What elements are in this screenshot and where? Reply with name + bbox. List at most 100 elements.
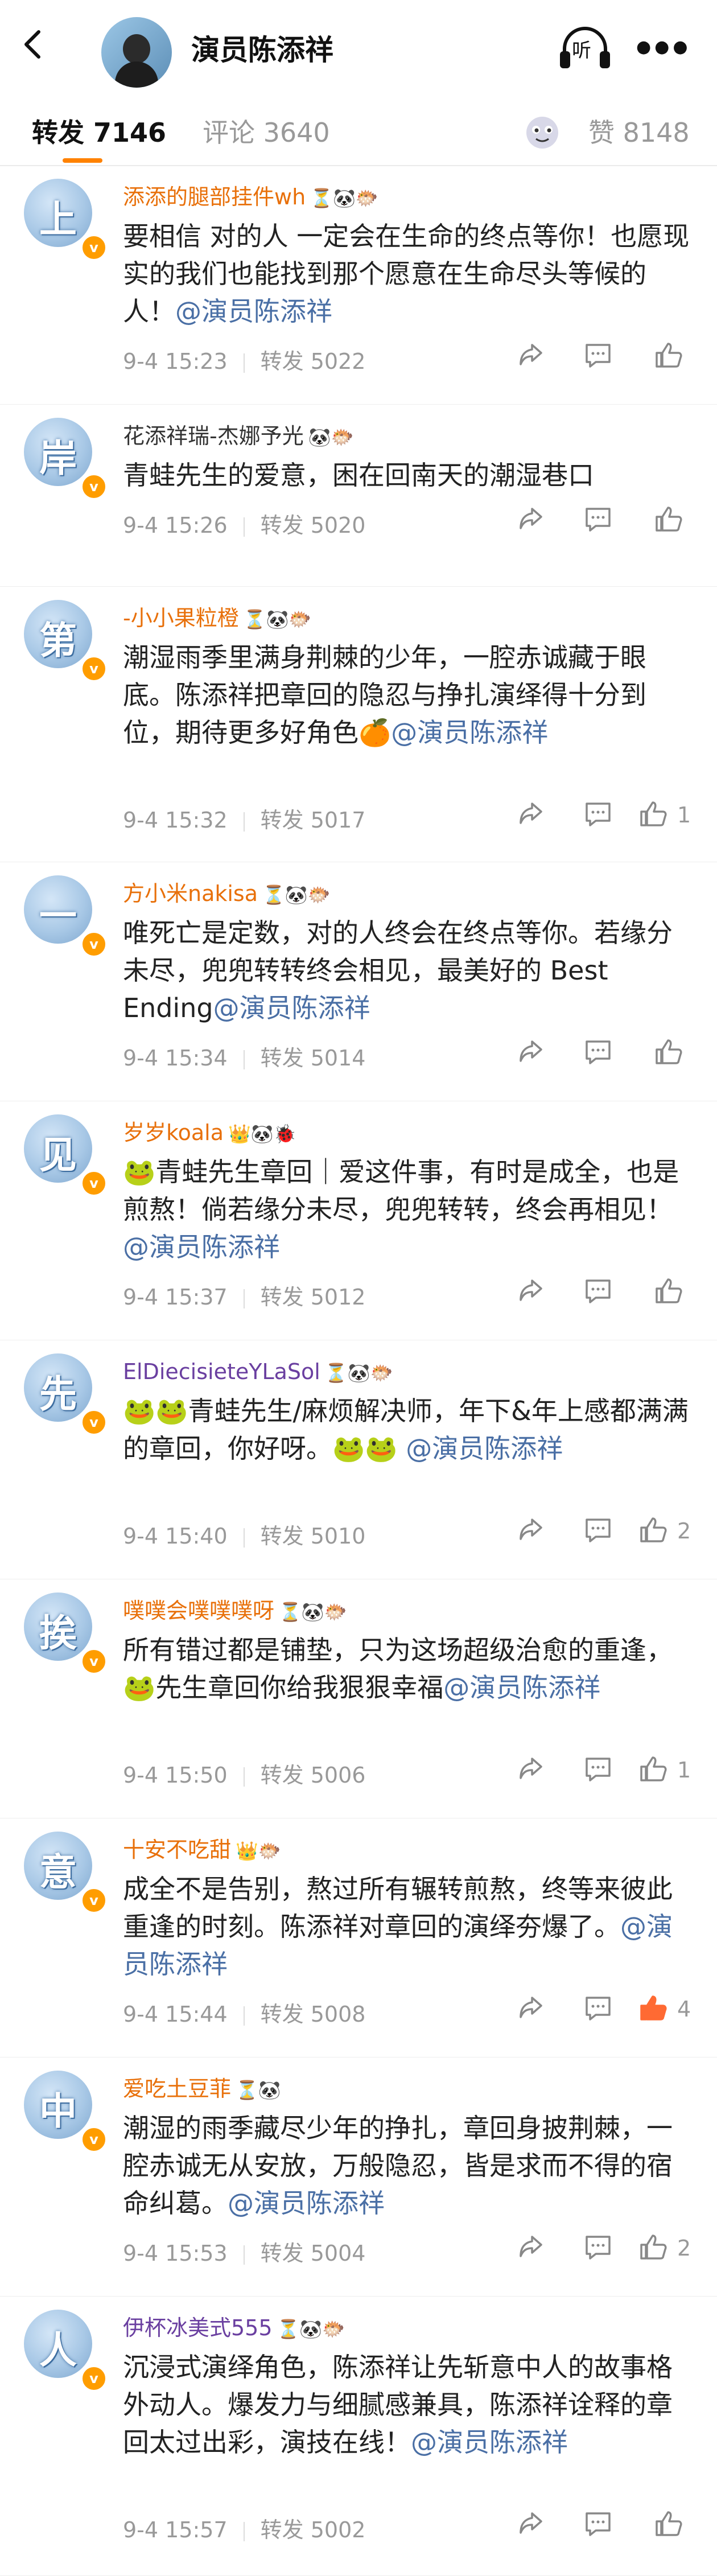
share-icon[interactable] (515, 1275, 549, 1309)
comment-icon[interactable] (582, 1036, 616, 1070)
share-icon[interactable] (515, 503, 549, 537)
repost-meta: 9-4 15:26 转发 5020 (123, 508, 365, 539)
like-icon[interactable] (637, 1753, 671, 1787)
like-icon[interactable] (637, 2231, 671, 2265)
user-avatar[interactable]: 岸v (24, 418, 107, 500)
repost-item[interactable]: 人 v 伊杯冰美式555 ⏳🐼🐡 沉浸式演绎角色，陈添祥让先斩意中人的故事格外动人。爆发… (0, 2296, 717, 2576)
repost-item[interactable]: 先 v ElDiecisieteYLaSol ⏳🐼🐡 🐸🐸青蛙先生/麻烦解决师，年下&年… (0, 1340, 717, 1579)
user-avatar[interactable]: 第v (24, 600, 107, 682)
mention-link[interactable]: @演员陈添祥 (411, 2427, 568, 2458)
share-icon[interactable] (515, 1514, 549, 1548)
username[interactable]: -小小果粒橙 ⏳🐼🐡 (123, 604, 311, 632)
user-avatar[interactable]: 挨v (24, 1592, 107, 1674)
repost-text: 唯死亡是定数，对的人终会在终点等你。若缘分未尽，兜兜转转终会相见，最美好的 Be… (123, 914, 692, 1027)
like-icon[interactable] (637, 1514, 671, 1548)
like-icon[interactable] (652, 1036, 686, 1070)
verified-badge-icon: v (81, 1887, 107, 1914)
share-icon[interactable] (515, 1753, 549, 1787)
like-icon[interactable] (637, 798, 671, 832)
user-avatar[interactable]: 先v (24, 1353, 107, 1435)
username[interactable]: 爱吃土豆菲 ⏳🐼 (123, 2075, 281, 2103)
like-icon[interactable] (652, 339, 686, 373)
mention-link[interactable]: @演员陈添祥 (123, 1232, 280, 1262)
active-tab-indicator (63, 158, 102, 163)
user-avatar[interactable]: 中v (24, 2071, 107, 2153)
user-avatar[interactable]: 上v (24, 179, 107, 261)
like-icon[interactable] (652, 503, 686, 537)
username[interactable]: 伊杯冰美式555 ⏳🐼🐡 (123, 2314, 345, 2342)
comment-icon[interactable] (582, 503, 616, 537)
user-avatar[interactable]: 人v (24, 2310, 107, 2392)
share-icon[interactable] (515, 2508, 549, 2542)
tab-comments[interactable]: 评论 3640 (203, 117, 330, 149)
repost-item[interactable]: 挨 v 噗噗会噗噗噗呀 ⏳🐼🐡 所有错过都是铺垫，只为这场超级治愈的重逢，🐸先生章回你… (0, 1579, 717, 1818)
share-icon[interactable] (515, 1036, 549, 1070)
tab-bar: 转发 7146 评论 3640 赞 8148 (0, 102, 717, 166)
username[interactable]: 方小米nakisa ⏳🐼🐡 (123, 880, 331, 908)
like-icon[interactable] (652, 2508, 686, 2542)
comment-icon[interactable] (582, 1275, 616, 1309)
mention-link[interactable]: @演员陈添祥 (406, 1433, 563, 1464)
username[interactable]: ElDiecisieteYLaSol ⏳🐼🐡 (123, 1358, 393, 1386)
comment-icon[interactable] (582, 2508, 616, 2542)
comment-icon[interactable] (582, 339, 616, 373)
repost-text: 沉浸式演绎角色，陈添祥让先斩意中人的故事格外动人。爆发力与细腻感兼具，陈添祥诠释… (123, 2348, 692, 2461)
avatar-character: 见 (39, 1133, 77, 1177)
like-icon[interactable] (652, 1275, 686, 1309)
repost-item[interactable]: 意 v 十安不吃甜 👑🐡 成全不是告别，熬过所有辗转煎熬，终等来彼此重逢的时刻。陈添祥对… (0, 1818, 717, 2057)
timestamp: 9-4 15:57 (123, 2517, 228, 2542)
comment-icon[interactable] (582, 1992, 616, 2026)
tab-reposts[interactable]: 转发 7146 (32, 117, 166, 149)
comment-icon[interactable] (582, 1753, 616, 1787)
user-avatar[interactable]: 一v (24, 875, 107, 957)
username[interactable]: 岁岁koala 👑🐼🐞 (123, 1119, 296, 1147)
username[interactable]: 花添祥瑞-杰娜予光 🐼🐡 (123, 422, 353, 450)
repost-item[interactable]: 见 v 岁岁koala 👑🐼🐞 🐸青蛙先生章回｜爱这件事，有时是成全，也是煎熬！倘若缘分… (0, 1101, 717, 1340)
user-avatar[interactable]: 见v (24, 1114, 107, 1196)
divider (243, 2006, 245, 2026)
mention-link[interactable]: @演员陈添祥 (443, 1672, 600, 1703)
repost-item[interactable]: 一 v 方小米nakisa ⏳🐼🐡 唯死亡是定数，对的人终会在终点等你。若缘分未尽，兜兜… (0, 862, 717, 1101)
divider (243, 1528, 245, 1548)
username[interactable]: 噗噗会噗噗噗呀 ⏳🐼🐡 (123, 1597, 347, 1625)
share-icon[interactable] (515, 798, 549, 832)
repost-body: 潮湿的雨季藏尽少年的挣扎，章回身披荆棘，一腔赤诚无从安放，万般隐忍，皆是求而不得… (123, 2113, 673, 2219)
like-icon[interactable] (637, 1992, 671, 2026)
timestamp: 9-4 15:37 (123, 1285, 228, 1310)
mention-link[interactable]: @演员陈添祥 (175, 296, 332, 327)
share-icon[interactable] (515, 339, 549, 373)
comment-icon[interactable] (582, 1514, 616, 1548)
repost-item[interactable]: 上 v 添添的腿部挂件wh ⏳🐼🐡 要相信 对的人 一定会在生命的终点等你！也愿现实的我… (0, 165, 717, 405)
back-arrow-icon[interactable] (17, 27, 51, 61)
like-reaction-icon[interactable] (525, 115, 560, 150)
avatar-character: 一 (39, 894, 77, 938)
comment-icon[interactable] (582, 2231, 616, 2265)
repost-item[interactable]: 中 v 爱吃土豆菲 ⏳🐼 潮湿的雨季藏尽少年的挣扎，章回身披荆棘，一腔赤诚无从安放，万般… (0, 2057, 717, 2297)
repost-meta: 9-4 15:34 转发 5014 (123, 1040, 365, 1072)
username-text: 伊杯冰美式555 (123, 2315, 273, 2340)
repost-count: 转发 5006 (260, 1763, 366, 1788)
share-icon[interactable] (515, 2231, 549, 2265)
user-badge-icons: ⏳🐼🐡 (324, 1362, 393, 1384)
comment-icon[interactable] (582, 798, 616, 832)
divider (243, 1050, 245, 1069)
share-icon[interactable] (515, 1992, 549, 2026)
user-avatar[interactable]: 意v (24, 1832, 107, 1914)
listen-button[interactable]: 听 (558, 25, 612, 71)
mention-link[interactable]: @演员陈添祥 (228, 2188, 385, 2219)
avatar-character: 意 (39, 1850, 77, 1894)
like-count: 2 (677, 1519, 691, 1544)
more-options-icon[interactable]: ●●● (636, 39, 691, 56)
username-text: ElDiecisieteYLaSol (123, 1359, 320, 1384)
timestamp: 9-4 15:40 (123, 1524, 228, 1549)
repost-item[interactable]: 岸 v 花添祥瑞-杰娜予光 🐼🐡 青蛙先生的爱意，困在回南天的潮湿巷口 9-4 15:26… (0, 404, 717, 587)
author-avatar[interactable] (101, 17, 172, 88)
username[interactable]: 十安不吃甜 👑🐡 (123, 1836, 281, 1864)
mention-link[interactable]: @演员陈添祥 (213, 993, 370, 1023)
username[interactable]: 添添的腿部挂件wh ⏳🐼🐡 (123, 183, 378, 211)
repost-item[interactable]: 第 v -小小果粒橙 ⏳🐼🐡 潮湿雨季里满身荆棘的少年，一腔赤诚藏于眼底。陈添祥把章回的… (0, 586, 717, 862)
repost-meta: 9-4 15:23 转发 5022 (123, 344, 365, 375)
author-name[interactable]: 演员陈添祥 (191, 33, 333, 67)
tab-likes[interactable]: 赞 8148 (588, 117, 690, 149)
mention-link[interactable]: @演员陈添祥 (391, 717, 548, 748)
